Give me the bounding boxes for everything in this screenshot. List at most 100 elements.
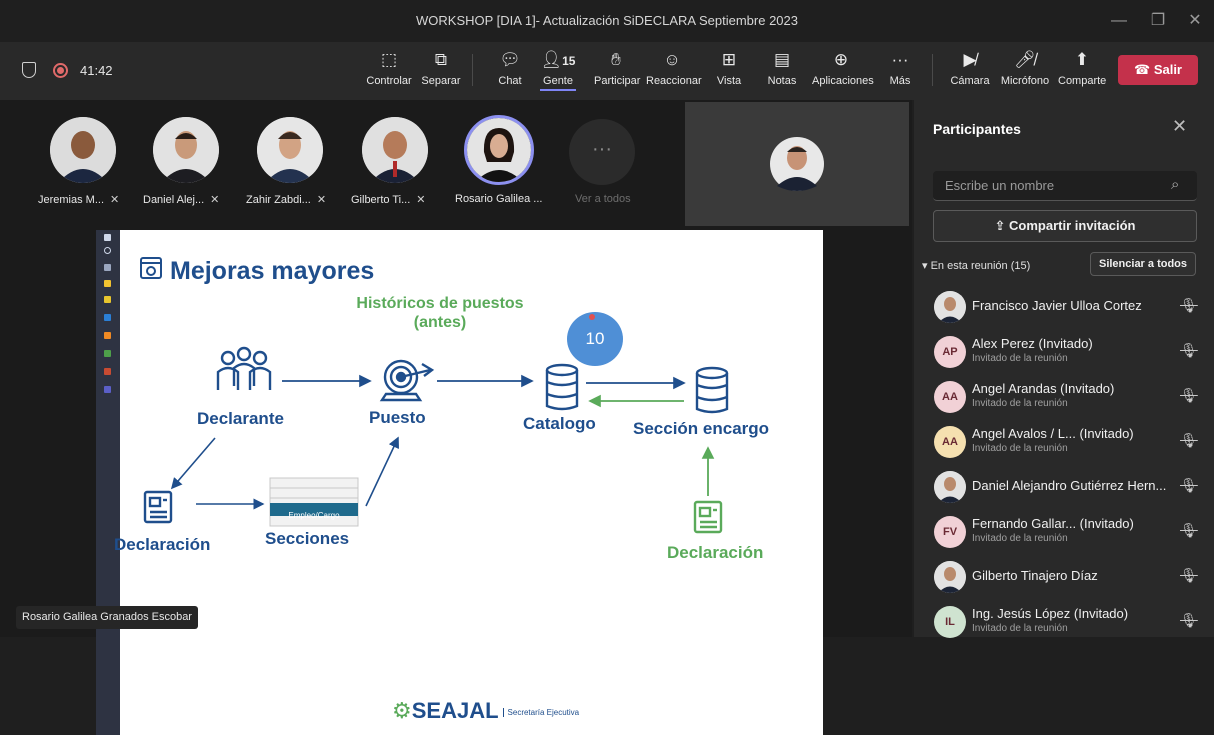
smiley-icon: ☺ (663, 50, 681, 69)
participant-name: Jeremias M... ✕ (38, 194, 120, 206)
task-view-icon (104, 264, 111, 271)
participant-avatar (934, 561, 966, 593)
participant-row[interactable]: AP Alex Perez (Invitado) Invitado de la re… (914, 330, 1214, 374)
participant-role: Invitado de la reunión (972, 623, 1068, 634)
share-label: Comparte (1058, 75, 1107, 87)
participant-name: Alex Perez (Invitado) (972, 336, 1093, 351)
recording-icon (53, 63, 68, 78)
see-all-label: Ver a todos (575, 193, 631, 205)
participant-row[interactable]: FV Fernando Gallar... (Invitado) Invitado … (914, 510, 1214, 554)
teams-icon (104, 386, 111, 393)
notes-button[interactable]: ▤ Notas (767, 48, 797, 96)
in-meeting-section-header[interactable]: ▾ En esta reunión (15) (922, 259, 1030, 272)
ellipsis-icon: ··· (592, 138, 612, 160)
react-button[interactable]: ☺ Reaccionar (646, 48, 702, 96)
participant-avatar[interactable] (362, 117, 428, 183)
search-field[interactable]: ⌕ (933, 171, 1197, 201)
notes-icon: ▤ (773, 50, 791, 69)
participant-avatar[interactable] (257, 117, 323, 183)
apps-button[interactable]: ⊕ Aplicaciones (812, 48, 874, 96)
person-photo-icon (770, 137, 824, 191)
mic-off-icon[interactable]: 🎙︎ (1180, 342, 1198, 359)
microphone-button[interactable]: 🎤︎̸ Micrófono (999, 48, 1051, 96)
close-icon[interactable]: ✕ (1172, 116, 1187, 137)
chat-icon: 💬︎ (499, 50, 521, 69)
mic-off-icon[interactable]: 🎙︎ (1180, 432, 1198, 449)
mic-off-icon[interactable]: 🎙︎ (1180, 522, 1198, 539)
more-button[interactable]: ··· Más (888, 48, 912, 96)
share-button[interactable]: ⬆ Comparte (1058, 48, 1106, 96)
panel-title: Participantes (933, 121, 1021, 137)
view-button[interactable]: ⊞ Vista (715, 48, 743, 96)
database-icon (545, 363, 579, 411)
chat-label: Chat (498, 75, 522, 87)
participant-name: Ing. Jesús López (Invitado) (972, 606, 1129, 621)
empleo-cargo-label: Empleo/Cargo (288, 511, 340, 520)
minimize-icon[interactable]: — (1106, 8, 1132, 34)
participant-row[interactable]: IL Ing. Jesús López (Invitado) Invitado de… (914, 600, 1214, 644)
mic-off-icon[interactable]: 🎙︎ (1180, 567, 1198, 584)
camera-button[interactable]: ▶︎̸ Cámara (950, 48, 990, 96)
section-label: En esta reunión (15) (930, 260, 1031, 272)
speaking-participant-avatar[interactable] (464, 115, 534, 185)
search-icon[interactable]: ⌕ (1171, 176, 1179, 193)
camera-label: Cámara (950, 75, 990, 87)
participant-avatar: AP (934, 336, 966, 368)
leave-button[interactable]: ☎︎ Salir (1118, 55, 1198, 85)
ellipsis-icon: ··· (891, 50, 909, 69)
participant-name: Gilberto Ti... ✕ (351, 194, 426, 206)
microphone-label: Micrófono (1000, 75, 1050, 87)
participant-row[interactable]: AA Angel Avalos / L... (Invitado) Invitado… (914, 420, 1214, 464)
share-invitation-label: Compartir invitación (1009, 218, 1136, 233)
share-screen-icon: ⬆ (1074, 50, 1090, 69)
catalogo-label: Catalogo (523, 414, 596, 433)
search-input[interactable] (945, 178, 1165, 193)
person-photo-icon (362, 117, 428, 183)
logo-subtitle: Secretaría Ejecutiva (502, 707, 579, 717)
see-all-button[interactable]: ··· (569, 119, 635, 185)
participant-row[interactable]: AA Angel Arandas (Invitado) Invitado de la… (914, 375, 1214, 419)
people-icon: 👤︎15 (540, 50, 576, 69)
chat-button[interactable]: 💬︎ Chat (494, 48, 526, 96)
participant-role: Invitado de la reunión (972, 353, 1068, 364)
people-button[interactable]: 👤︎15 Gente (540, 48, 576, 96)
participant-row[interactable]: Daniel Alejandro Gutiérrez Hern... 🎙︎ (914, 465, 1214, 509)
pop-out-button[interactable]: ⧉ Separar (420, 48, 462, 96)
participant-row[interactable]: Francisco Javier Ulloa Cortez 🎙︎ (914, 285, 1214, 329)
mute-all-button[interactable]: Silenciar a todos (1090, 252, 1196, 276)
participant-name: Rosario Galilea ... (455, 193, 543, 205)
control-button[interactable]: ⬚ Controlar (366, 48, 412, 96)
people-count: 15 (562, 54, 576, 68)
powerpoint-icon (104, 368, 111, 375)
grid-icon: ⊞ (721, 50, 737, 69)
mic-off-icon[interactable]: 🎙︎ (1180, 297, 1198, 314)
participant-name: Daniel Alej... ✕ (143, 194, 220, 206)
participant-avatar (934, 471, 966, 503)
camera-video-tile[interactable] (685, 102, 909, 226)
participant-name: Gilberto Tinajero Díaz (972, 568, 1098, 583)
chevron-down-icon: ▾ (922, 260, 928, 272)
raise-hand-button[interactable]: ✋︎ Participar (594, 48, 640, 96)
participant-name: Angel Avalos / L... (Invitado) (972, 426, 1134, 441)
declaracion-green-label: Declaración (667, 543, 764, 562)
participant-role: Invitado de la reunión (972, 398, 1068, 409)
mic-off-icon[interactable]: 🎙︎ (1180, 477, 1198, 494)
meeting-stage: Jeremias M... ✕ Daniel Alej... ✕ Zahir Zab… (0, 100, 912, 735)
mic-off-icon[interactable]: 🎙︎ (1180, 612, 1198, 629)
mic-off-icon[interactable]: 🎙︎ (1180, 387, 1198, 404)
meeting-timer: 41:42 (80, 63, 113, 78)
app-icon (104, 332, 111, 339)
people-label: Gente (540, 75, 576, 91)
edge-icon (104, 314, 111, 321)
participant-avatar: IL (934, 606, 966, 638)
person-photo-icon (153, 117, 219, 183)
close-window-icon[interactable]: ✕ (1182, 8, 1208, 34)
share-invitation-button[interactable]: ⇪ Compartir invitación (933, 210, 1197, 242)
participant-role: Invitado de la reunión (972, 533, 1068, 544)
maximize-icon[interactable]: ❐ (1145, 8, 1171, 34)
participant-avatar[interactable] (153, 117, 219, 183)
participant-row[interactable]: Gilberto Tinajero Díaz 🎙︎ (914, 555, 1214, 599)
participant-avatar: FV (934, 516, 966, 548)
participant-avatar[interactable] (50, 117, 116, 183)
database-icon (695, 366, 729, 414)
